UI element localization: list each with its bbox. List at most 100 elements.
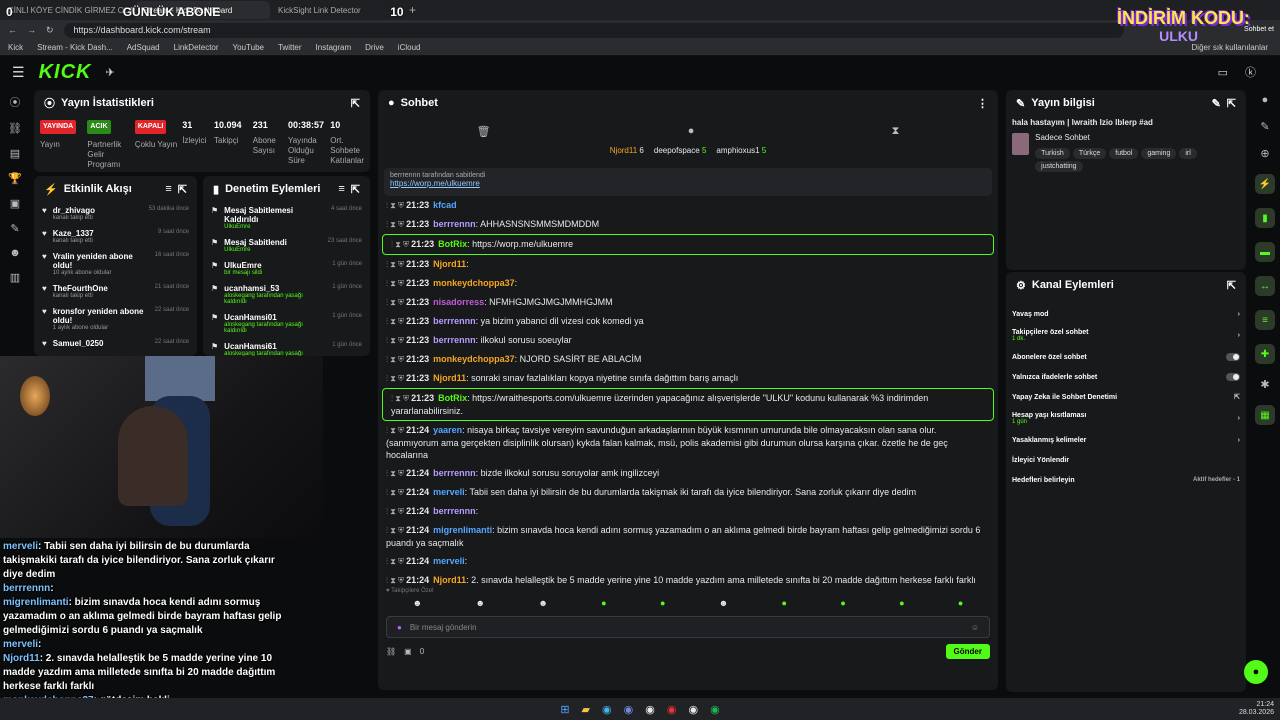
- pin-icon[interactable]: ✈: [105, 66, 114, 79]
- channel-action[interactable]: Yapay Zeka ile Sohbet Denetimi ⇱: [1006, 387, 1246, 407]
- emote[interactable]: ●: [840, 598, 845, 608]
- emote[interactable]: ●: [899, 598, 904, 608]
- channel-action[interactable]: Hesap yaşı kısıtlaması 1 gün ›: [1006, 407, 1246, 430]
- stream-tag[interactable]: Türkçe: [1072, 148, 1107, 159]
- popout-icon[interactable]: ⇱: [351, 97, 360, 110]
- kick-k-icon[interactable]: ⓚ: [1245, 64, 1256, 80]
- bookmark-item[interactable]: Stream - Kick Dash...: [37, 43, 113, 52]
- bookmark-item[interactable]: iCloud: [398, 43, 421, 52]
- chat-message[interactable]: ⫶ ⧗ ⛨ 21:23 Njord11:: [378, 255, 998, 274]
- chevron-right-icon[interactable]: ›: [1238, 311, 1240, 318]
- mod-tools-icon[interactable]: ⫶ ⧗ ⛨: [386, 298, 404, 307]
- event-item[interactable]: ♥ Vralin yeniden abone oldu! 10 aylık abon…: [34, 248, 197, 280]
- mod-tools-icon[interactable]: ⫶ ⧗ ⛨: [386, 469, 404, 478]
- category-name[interactable]: Sadece Sohbet: [1035, 133, 1240, 142]
- chevron-right-icon[interactable]: ›: [1238, 332, 1240, 339]
- channel-action[interactable]: Yalnızca ifadelerle sohbet: [1006, 367, 1246, 387]
- external-link-icon[interactable]: ⇱: [1234, 393, 1240, 401]
- toggle-switch[interactable]: [1226, 373, 1240, 381]
- chat-message[interactable]: ⫶ ⧗ ⛨ 21:24 merveli:: [378, 552, 998, 571]
- message-user[interactable]: Njord11: [433, 575, 466, 585]
- chat-message[interactable]: ⫶ ⧗ ⛨ 21:23 BotRix: https://worp.me/ulkuem…: [382, 234, 994, 255]
- mod-item[interactable]: ⚑ Mesaj Sabitlemesi Kaldırıldı UlkuEmre 4 s…: [203, 202, 370, 234]
- message-user[interactable]: berrrennn: [433, 335, 476, 345]
- target-icon[interactable]: ⊕: [1260, 147, 1269, 160]
- message-user[interactable]: berrrennn: [433, 506, 476, 516]
- edge-icon[interactable]: ◉: [602, 703, 612, 716]
- chevron-right-icon[interactable]: ›: [1238, 437, 1240, 444]
- chat-message[interactable]: ⫶ ⧗ ⛨ 21:24 migrenlimanti: bizim sınavda h…: [378, 521, 998, 552]
- stream-icon[interactable]: ⦿: [10, 94, 21, 110]
- chat-message[interactable]: ⫶ ⧗ ⛨ 21:24 Njord11: 2. sınavda helalleşti…: [378, 571, 998, 588]
- emote[interactable]: ☻: [476, 598, 485, 608]
- chat-fab-icon[interactable]: ●: [1244, 660, 1268, 684]
- message-user[interactable]: berrrennn: [433, 316, 476, 326]
- emote[interactable]: ●: [782, 598, 787, 608]
- message-user[interactable]: merveli: [433, 556, 465, 566]
- chat-message[interactable]: ⫶ ⧗ ⛨ 21:24 berrrennn: bizde ilkokul sorus…: [378, 464, 998, 483]
- mod-tools-icon[interactable]: ⫶ ⧗ ⛨: [386, 507, 404, 516]
- chat-message[interactable]: ⫶ ⧗ ⛨ 21:23 BotRix: https://wraithesports.…: [382, 388, 994, 421]
- stream-tag[interactable]: Turkish: [1035, 148, 1070, 159]
- monitor-icon[interactable]: ▣: [10, 197, 20, 210]
- hamburger-icon[interactable]: ☰: [12, 64, 25, 81]
- mod-tools-icon[interactable]: ⫶ ⧗ ⛨: [386, 260, 404, 269]
- new-tab-icon[interactable]: +: [409, 3, 416, 17]
- chat-icon[interactable]: ●: [688, 125, 695, 137]
- chat-message[interactable]: ⫶ ⧗ ⛨ 21:24 merveli: Tabii sen daha iyi bi…: [378, 483, 998, 502]
- raid-icon[interactable]: ⚡: [1255, 174, 1275, 194]
- mod-tools-icon[interactable]: ⫶ ⧗ ⛨: [386, 220, 404, 229]
- windows-start-icon[interactable]: ⊞: [560, 703, 569, 716]
- trophy-icon[interactable]: 🏆: [8, 172, 22, 185]
- message-user[interactable]: Njord11: [433, 259, 466, 269]
- event-item[interactable]: ♥ kronsfor yeniden abone oldu! 1 aylık abo…: [34, 303, 197, 335]
- chat-message[interactable]: ⫶ ⧗ ⛨ 21:23 kfcad: [378, 196, 998, 215]
- link-icon[interactable]: ⛓: [8, 122, 22, 135]
- channel-action[interactable]: Hedefleri belirleyin Aktif hedefler - 1: [1006, 470, 1246, 490]
- bookmark-item[interactable]: AdSquad: [127, 43, 160, 52]
- mod-item[interactable]: ⚑ UcanHamsi61 aloskegang tarafından yasağı…: [203, 338, 370, 356]
- emote-picker-icon[interactable]: ☺: [971, 623, 979, 632]
- message-user[interactable]: monkeydchoppa37: [433, 354, 515, 364]
- event-item[interactable]: ♥ Kaze_1337 kanalı takip etti 9 saat önce: [34, 225, 197, 248]
- top-chatter[interactable]: Njord11 6: [610, 146, 644, 168]
- more-icon[interactable]: ⋮: [977, 97, 988, 110]
- mod-tools-icon[interactable]: ⫶ ⧗ ⛨: [386, 355, 404, 364]
- popout-icon[interactable]: ⇱: [1227, 279, 1236, 292]
- send-button[interactable]: Gönder: [945, 644, 990, 659]
- stream-tag[interactable]: irl: [1179, 148, 1197, 159]
- message-user[interactable]: Njord11: [433, 373, 466, 383]
- mod-tools-icon[interactable]: ⫶ ⧗ ⛨: [386, 317, 404, 326]
- opera-icon[interactable]: ◉: [667, 703, 677, 716]
- bookmark-item[interactable]: Twitter: [278, 43, 302, 52]
- clip-icon[interactable]: ▮: [1255, 208, 1275, 228]
- pinned-link[interactable]: https://worp.me/ulkuemre: [390, 179, 480, 188]
- event-item[interactable]: ♥ Samuel_0250 22 saat önce: [34, 335, 197, 352]
- chat-message[interactable]: ⫶ ⧗ ⛨ 21:23 monkeydchoppa37: NJORD SASİRT …: [378, 350, 998, 369]
- reload-icon[interactable]: ↻: [46, 25, 54, 36]
- message-user[interactable]: nisadorress: [433, 297, 484, 307]
- link-icon[interactable]: ⛓: [386, 647, 396, 656]
- message-user[interactable]: berrrennn: [433, 219, 476, 229]
- top-chatter[interactable]: deepofspace 5: [654, 146, 707, 168]
- chat-icon[interactable]: ▬: [1255, 242, 1275, 262]
- bookmark-item[interactable]: Drive: [365, 43, 384, 52]
- mod-tools-icon[interactable]: ⫶ ⧗ ⛨: [391, 240, 409, 249]
- stream-tag[interactable]: gaming: [1141, 148, 1177, 159]
- chevron-right-icon[interactable]: ›: [1238, 415, 1240, 422]
- discord-icon[interactable]: ◉: [624, 703, 634, 716]
- popout-icon[interactable]: ⇱: [351, 183, 360, 196]
- message-user[interactable]: monkeydchoppa37: [433, 278, 515, 288]
- mod-item[interactable]: ⚑ UlkuEmre bir mesajı sildi 1 gün önce: [203, 257, 370, 280]
- gift-icon[interactable]: ▦: [1255, 405, 1275, 425]
- mod-item[interactable]: ⚑ Mesaj Sabitlendi UlkuEmre 23 saat önce: [203, 234, 370, 257]
- edit-icon[interactable]: ✎: [1212, 97, 1221, 110]
- edit-icon[interactable]: ✎: [1260, 120, 1269, 133]
- mod-tools-icon[interactable]: ⫶ ⧗ ⛨: [386, 201, 404, 210]
- channel-action[interactable]: Yasaklanmış kelimeler ›: [1006, 430, 1246, 450]
- chat-input[interactable]: ● Bir mesaj gönderin ☺: [386, 616, 990, 638]
- stream-tag[interactable]: justchatting: [1035, 161, 1083, 172]
- wrench-icon[interactable]: ✚: [1255, 344, 1275, 364]
- mod-item[interactable]: ⚑ ucanhamsi_53 aloskegang tarafından yasağ…: [203, 280, 370, 309]
- event-item[interactable]: ♥ dr_zhivago kanalı takip etti 53 dakika ön…: [34, 202, 197, 225]
